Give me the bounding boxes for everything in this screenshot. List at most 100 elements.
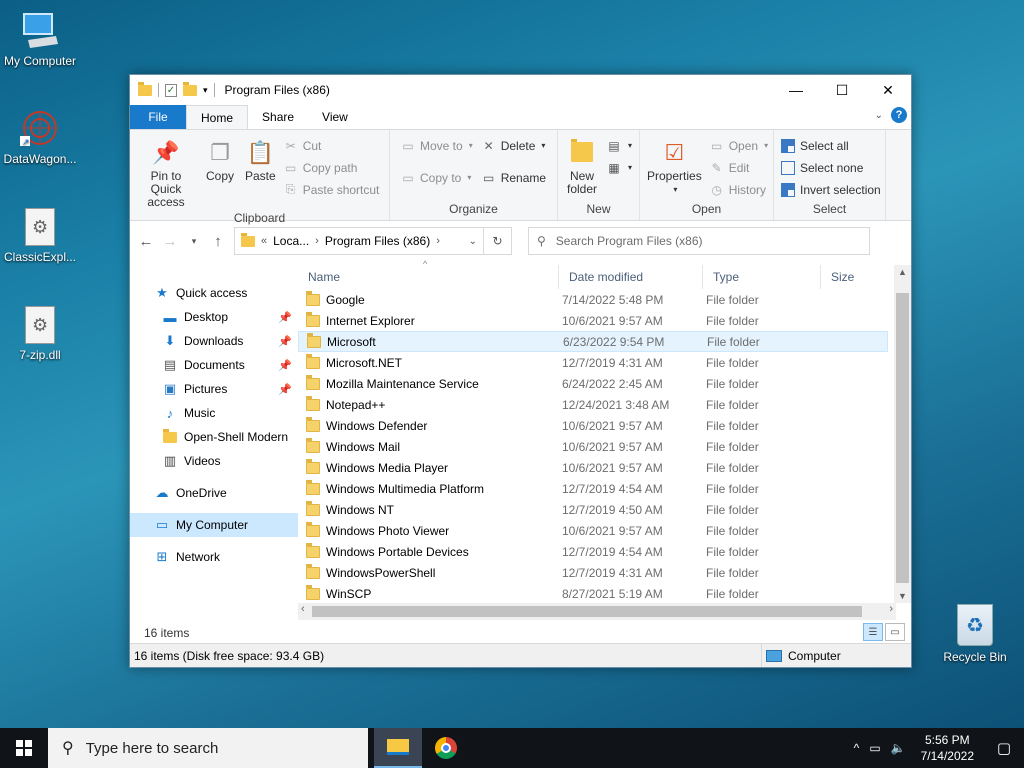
pin-to-quick-access-button[interactable]: 📌 Pin to Quick access: [134, 134, 198, 211]
column-header-date[interactable]: Date modified: [559, 265, 703, 289]
file-row[interactable]: Notepad++ 12/24/2021 3:48 AM File folder: [298, 394, 888, 415]
close-button[interactable]: ✕: [865, 75, 911, 105]
recent-locations-chevron-icon[interactable]: ▾: [186, 236, 202, 247]
nav-item-videos[interactable]: ▥ Videos: [130, 449, 298, 473]
file-row[interactable]: WinSCP 8/27/2021 5:19 AM File folder: [298, 583, 888, 604]
nav-item-network[interactable]: ⊞ Network: [130, 545, 298, 569]
scroll-left-icon[interactable]: ‹: [301, 603, 305, 615]
properties-button[interactable]: ☑ Properties ▾: [644, 134, 705, 202]
taskbar-search-box[interactable]: ⚲ Type here to search: [48, 728, 368, 768]
breadcrumb-separator-icon[interactable]: ›: [436, 235, 440, 247]
scroll-up-icon[interactable]: ▲: [894, 267, 911, 277]
file-row[interactable]: Google 7/14/2022 5:48 PM File folder: [298, 289, 888, 310]
rename-button[interactable]: ▭ Rename: [481, 168, 546, 187]
nav-item-downloads[interactable]: ⬇ Downloads 📌: [130, 329, 298, 353]
desktop-icon-7zip-dll[interactable]: 7-zip.dll: [0, 306, 80, 362]
copy-button[interactable]: ❐ Copy: [202, 134, 238, 211]
nav-item-pictures[interactable]: ▣ Pictures 📌: [130, 377, 298, 401]
select-all-button[interactable]: Select all: [780, 136, 881, 155]
file-row[interactable]: Windows Multimedia Platform 12/7/2019 4:5…: [298, 478, 888, 499]
file-row[interactable]: Windows Defender 10/6/2021 9:57 AM File fo…: [298, 415, 888, 436]
copy-to-button[interactable]: ▭ Copy to ▾: [400, 168, 473, 187]
forward-arrow-icon[interactable]: →: [162, 233, 178, 250]
vertical-scrollbar[interactable]: ▲ ▼: [894, 265, 911, 603]
history-button[interactable]: ◷ History: [709, 180, 768, 199]
address-bar[interactable]: « Loca... › Program Files (x86) › ⌄ ↻: [234, 227, 512, 255]
file-row[interactable]: Microsoft.NET 12/7/2019 4:31 AM File folde…: [298, 352, 888, 373]
clock[interactable]: 5:56 PM 7/14/2022: [911, 732, 984, 764]
scroll-down-icon[interactable]: ▼: [894, 591, 911, 601]
tab-view[interactable]: View: [308, 105, 362, 129]
properties-qat-icon[interactable]: ✓: [165, 83, 177, 97]
desktop-icon-datawagon[interactable]: ↗ DataWagon...: [0, 108, 80, 166]
nav-item-documents[interactable]: ▤ Documents 📌: [130, 353, 298, 377]
desktop-icon-recycle-bin[interactable]: Recycle Bin: [935, 604, 1015, 664]
scrollbar-thumb[interactable]: [312, 606, 862, 617]
up-arrow-icon[interactable]: ↑: [210, 233, 226, 250]
nav-item-my-computer[interactable]: ▭ My Computer: [130, 513, 298, 537]
breadcrumb-separator-icon[interactable]: ›: [315, 235, 319, 247]
taskbar-file-explorer[interactable]: [374, 728, 422, 768]
scrollbar-thumb[interactable]: [896, 293, 909, 583]
start-button[interactable]: [0, 728, 48, 768]
taskbar-chrome[interactable]: [422, 728, 470, 768]
search-box[interactable]: ⚲ Search Program Files (x86): [528, 227, 870, 255]
volume-icon[interactable]: 🔈: [886, 741, 911, 755]
column-header-name[interactable]: Name: [298, 265, 559, 289]
refresh-icon[interactable]: ↻: [483, 228, 511, 254]
title-bar[interactable]: ✓ ▾ Program Files (x86) — ☐ ✕: [130, 75, 911, 105]
column-header-size[interactable]: Size: [821, 265, 887, 289]
copy-path-button[interactable]: ▭ Copy path: [283, 158, 380, 177]
minimize-button[interactable]: —: [773, 75, 819, 105]
details-view-icon[interactable]: ☰: [863, 623, 883, 641]
file-row[interactable]: Mozilla Maintenance Service 6/24/2022 2:4…: [298, 373, 888, 394]
tab-share[interactable]: Share: [248, 105, 308, 129]
help-icon[interactable]: ?: [891, 107, 907, 123]
horizontal-scrollbar[interactable]: ‹ ›: [298, 603, 896, 620]
open-button[interactable]: ▭ Open ▾: [709, 136, 768, 155]
nav-item-openshell[interactable]: Open-Shell Modern: [130, 425, 298, 449]
customize-qat-chevron-icon[interactable]: ▾: [203, 85, 208, 96]
nav-item-quick-access[interactable]: ★ Quick access: [130, 281, 298, 305]
new-item-button[interactable]: ▤ ▾: [606, 136, 632, 155]
nav-item-music[interactable]: ♪ Music: [130, 401, 298, 425]
large-icons-view-icon[interactable]: ▭: [885, 623, 905, 641]
chevron-down-icon[interactable]: ⌄: [875, 110, 883, 121]
file-row[interactable]: Internet Explorer 10/6/2021 9:57 AM File f…: [298, 310, 888, 331]
paste-button[interactable]: 📋 Paste: [242, 134, 279, 211]
nav-item-desktop[interactable]: ▬ Desktop 📌: [130, 305, 298, 329]
tab-home[interactable]: Home: [186, 105, 249, 129]
file-row-hovered[interactable]: Microsoft 6/23/2022 9:54 PM File folder: [298, 331, 888, 352]
file-row[interactable]: Windows Media Player 10/6/2021 9:57 AM Fil…: [298, 457, 888, 478]
column-header-type[interactable]: Type: [703, 265, 821, 289]
chevron-up-icon[interactable]: ^: [849, 741, 865, 755]
nav-item-onedrive[interactable]: ☁ OneDrive: [130, 481, 298, 505]
edit-button[interactable]: ✎ Edit: [709, 158, 768, 177]
scroll-right-icon[interactable]: ›: [889, 603, 893, 615]
file-row[interactable]: WindowsPowerShell 12/7/2019 4:31 AM File f…: [298, 562, 888, 583]
overflow-chevron-icon[interactable]: «: [261, 235, 267, 247]
file-row[interactable]: Windows Photo Viewer 10/6/2021 9:57 AM Fil…: [298, 520, 888, 541]
desktop-icon-my-computer[interactable]: My Computer: [0, 10, 80, 68]
breadcrumb-current[interactable]: Program Files (x86): [325, 234, 430, 248]
back-arrow-icon[interactable]: ←: [138, 233, 154, 250]
network-icon[interactable]: ▭: [864, 741, 885, 755]
address-dropdown-chevron-icon[interactable]: ⌄: [469, 236, 477, 247]
notifications-icon[interactable]: ▢: [984, 739, 1024, 757]
cut-button[interactable]: ✂ Cut: [283, 136, 380, 155]
breadcrumb-local[interactable]: Loca...: [273, 234, 309, 248]
paste-shortcut-button[interactable]: ⎘ Paste shortcut: [283, 180, 380, 199]
delete-button[interactable]: ✕ Delete ▾: [481, 136, 546, 155]
new-folder-button[interactable]: New folder: [562, 134, 602, 202]
file-row[interactable]: Windows NT 12/7/2019 4:50 AM File folder: [298, 499, 888, 520]
tab-file[interactable]: File: [130, 105, 186, 129]
invert-selection-button[interactable]: Invert selection: [780, 180, 881, 199]
move-to-button[interactable]: ▭ Move to ▾: [400, 136, 472, 155]
select-none-button[interactable]: Select none: [780, 158, 881, 177]
new-folder-qat-icon[interactable]: [183, 81, 197, 96]
maximize-button[interactable]: ☐: [819, 75, 865, 105]
easy-access-button[interactable]: ▦ ▾: [606, 158, 632, 177]
file-row[interactable]: Windows Mail 10/6/2021 9:57 AM File folder: [298, 436, 888, 457]
desktop-icon-classicexplorer[interactable]: ClassicExpl...: [0, 208, 80, 264]
file-row[interactable]: Windows Portable Devices 12/7/2019 4:54 A…: [298, 541, 888, 562]
